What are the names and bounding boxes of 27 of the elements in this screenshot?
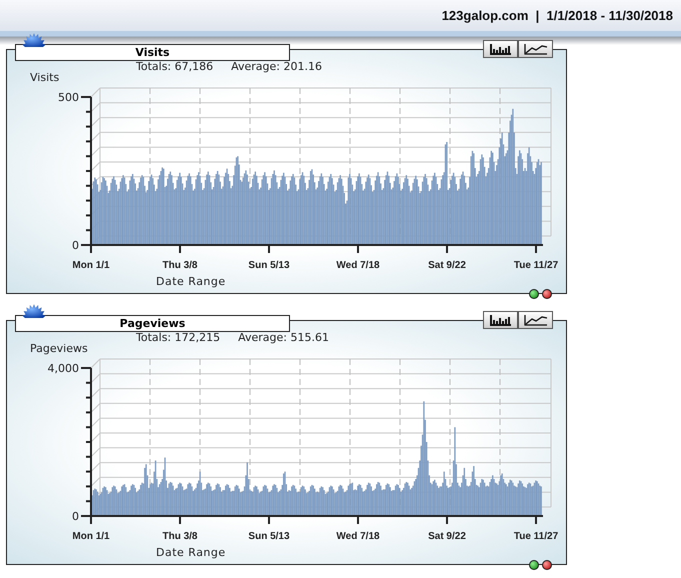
x-axis-title: Date Range xyxy=(156,275,226,288)
x-tick-label: Tue 11/27 xyxy=(514,531,558,542)
x-tick-label: Mon 1/1 xyxy=(72,260,110,271)
y-tick-label: 500 xyxy=(58,91,79,104)
y-tick-label: 0 xyxy=(72,239,79,252)
panel-title: Visits xyxy=(15,44,290,61)
totals-text: Totals: 172,215 xyxy=(136,331,220,344)
x-tick-label: Sun 5/13 xyxy=(248,531,290,542)
x-tick-label: Sun 5/13 xyxy=(248,260,290,271)
x-tick-label: Thu 3/8 xyxy=(162,531,198,542)
x-tick-label: Mon 1/1 xyxy=(72,531,110,542)
panel-title: Pageviews xyxy=(15,315,290,332)
y-axis-title: Pageviews xyxy=(30,344,88,355)
average-text: Average: 201.16 xyxy=(231,60,322,73)
x-tick-label: Sat 9/22 xyxy=(428,260,466,271)
x-tick-label: Sat 9/22 xyxy=(428,531,466,542)
x-tick-label: Tue 11/27 xyxy=(514,260,558,271)
y-axis-title: Visits xyxy=(30,73,60,84)
y-tick-label: 4,000 xyxy=(48,362,79,375)
totals-text: Totals: 67,186 xyxy=(136,60,214,73)
x-tick-label: Wed 7/18 xyxy=(336,531,380,542)
x-tick-label: Thu 3/8 xyxy=(162,260,198,271)
y-tick-label: 0 xyxy=(72,510,79,523)
average-text: Average: 515.61 xyxy=(238,331,329,344)
x-tick-label: Wed 7/18 xyxy=(336,260,380,271)
x-axis-title: Date Range xyxy=(156,546,226,559)
site-date-range: 123galop.com | 1/1/2018 - 11/30/2018 xyxy=(442,6,673,25)
